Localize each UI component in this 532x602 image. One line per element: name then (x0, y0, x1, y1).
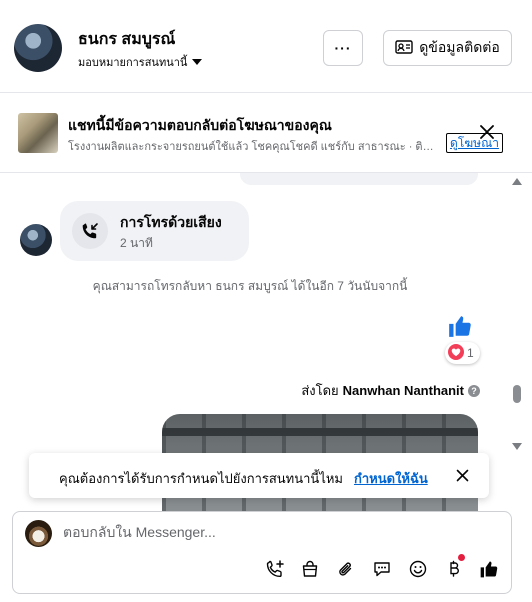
thumbs-up-icon (447, 313, 473, 339)
view-contact-label: ดูข้อมูลติดต่อ (419, 39, 500, 55)
contact-name[interactable]: ธนกร สมบูรณ์ (78, 27, 175, 52)
close-icon[interactable] (455, 468, 470, 483)
sent-by-prefix: ส่งโดย (301, 383, 339, 398)
thread-scrollbar[interactable] (510, 173, 524, 453)
previous-message-bubble (240, 173, 478, 185)
call-duration: 2 นาที (120, 236, 153, 250)
assign-to-me-link[interactable]: กำหนดให้ฉัน (354, 468, 428, 489)
call-title: การโทรด้วยเสียง (120, 214, 222, 230)
composer-toolbar (13, 554, 511, 584)
thumbs-up-icon[interactable] (476, 556, 502, 582)
assign-prompt-toast: คุณต้องการได้รับการกำหนดไปยังการสนทนานี้… (29, 453, 489, 498)
reaction-count: 1 (467, 346, 474, 360)
assign-dropdown[interactable]: มอบหมายการสนทนานี้ (78, 53, 203, 71)
phone-incoming-icon (72, 213, 108, 249)
scrollbar-thumb[interactable] (513, 385, 521, 403)
heart-icon (448, 343, 464, 363)
smiley-icon[interactable] (405, 556, 431, 582)
info-icon[interactable]: ? (468, 384, 480, 397)
more-options-button[interactable]: ··· (323, 30, 363, 66)
view-contact-button[interactable]: ดูข้อมูลติดต่อ (383, 30, 512, 66)
assign-prompt-text: คุณต้องการได้รับการกำหนดไปยังการสนทนานี้… (59, 471, 343, 486)
scroll-down-icon[interactable] (512, 443, 522, 450)
scroll-up-icon[interactable] (512, 178, 522, 185)
sent-by-label: ส่งโดย Nanwhan Nanthanit ? (301, 380, 480, 401)
ad-banner-subtitle: โรงงานผลิตและกระจายรถยนต์ใช้แล้ว โชคคุณโ… (68, 141, 440, 153)
page-avatar (25, 520, 52, 547)
sender-avatar[interactable] (20, 224, 52, 256)
chat-bubble-icon[interactable] (369, 556, 395, 582)
caret-down-icon (192, 59, 203, 65)
paperclip-icon[interactable] (333, 556, 359, 582)
contact-avatar[interactable] (14, 24, 62, 72)
assign-label: มอบหมายการสนทนานี้ (78, 57, 188, 69)
baht-icon[interactable] (441, 554, 467, 582)
reply-composer (12, 511, 512, 594)
contact-card-icon (395, 39, 413, 57)
sent-by-name: Nanwhan Nanthanit (342, 383, 464, 398)
shopping-bag-icon[interactable] (297, 556, 323, 582)
ad-reply-banner: แชทนี้มีข้อความตอบกลับต่อโฆษณาของคุณ โรง… (0, 93, 532, 173)
ad-thumbnail (18, 113, 58, 153)
close-icon[interactable] (478, 123, 496, 141)
callback-notice: คุณสามารถโทรกลับหา ธนกร สมบูรณ์ ได้ในอีก… (92, 279, 408, 293)
reaction-badge[interactable]: 1 (445, 342, 480, 364)
notification-dot (458, 554, 465, 561)
voice-call-bubble[interactable]: การโทรด้วยเสียง 2 นาที (60, 201, 249, 261)
phone-plus-icon[interactable] (262, 556, 288, 582)
conversation-header: ธนกร สมบูรณ์ มอบหมายการสนทนานี้ ··· ดูข้… (0, 0, 532, 93)
ad-banner-title: แชทนี้มีข้อความตอบกลับต่อโฆษณาของคุณ (68, 117, 332, 133)
reply-input[interactable] (63, 524, 483, 540)
